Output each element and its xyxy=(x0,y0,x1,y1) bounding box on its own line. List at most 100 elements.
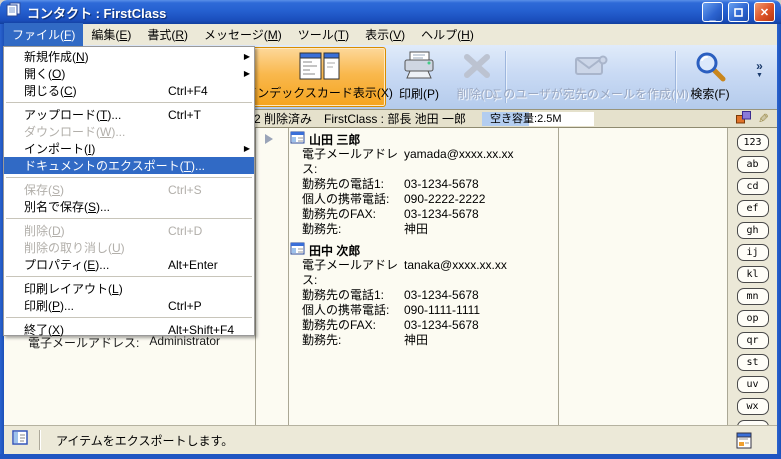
menu-item-exit[interactable]: 終了(X)Alt+Shift+F4 xyxy=(4,321,254,338)
delete-x-icon xyxy=(462,47,492,85)
menu-item-undelete: 削除の取り消し(U) xyxy=(4,239,254,256)
menubar-item-edit[interactable]: 編集(E) xyxy=(83,23,139,46)
contact-field: 勤務先のFAX:03-1234-5678 xyxy=(290,318,556,333)
minimize-button[interactable]: _ xyxy=(702,2,723,22)
submenu-arrow-icon: ▶ xyxy=(240,69,250,78)
contact-list: 山田 三郎電子メールアドレス:yamada@xxxx.xx.xx勤務先の電話1:… xyxy=(290,131,556,353)
menu-separator xyxy=(6,276,252,277)
menu-separator xyxy=(6,317,252,318)
field-label: 勤務先の電話1: xyxy=(302,288,404,303)
index-tab-op[interactable]: op xyxy=(737,310,769,327)
printer-icon xyxy=(401,47,437,85)
menu-item-import[interactable]: インポート(I)▶ xyxy=(4,140,254,157)
contact-entry[interactable]: 田中 次郎電子メールアドレス:tanaka@xxxx.xx.xx勤務先の電話1:… xyxy=(290,242,556,348)
button-label: 検索(F) xyxy=(690,85,729,102)
menu-item-export-document[interactable]: ドキュメントのエクスポート(T)... xyxy=(4,157,254,174)
index-tab-qr[interactable]: qr xyxy=(737,332,769,349)
mailbox-path: FirstClass : 部長 池田 一郎 xyxy=(324,110,466,127)
field-label: 勤務先のFAX: xyxy=(302,207,404,222)
menu-item-print[interactable]: 印刷(P)...Ctrl+P xyxy=(4,297,254,314)
window-frame-right xyxy=(777,24,781,459)
current-item-arrow xyxy=(265,134,273,144)
field-value: 03-1234-5678 xyxy=(404,318,479,333)
titlebar[interactable]: コンタクト : FirstClass _ ✕ xyxy=(0,0,781,24)
index-tab-mn[interactable]: mn xyxy=(737,288,769,305)
field-value: 神田 xyxy=(404,333,428,348)
deleted-count: 2 削除済み xyxy=(254,110,312,127)
index-tab-ij[interactable]: ij xyxy=(737,244,769,261)
status-text: アイテムをエクスポートします。 xyxy=(56,432,233,449)
maximize-button[interactable] xyxy=(728,2,749,22)
menu-item-new[interactable]: 新規作成(N)▶ xyxy=(4,48,254,65)
index-tab-st[interactable]: st xyxy=(737,354,769,371)
menu-item-print-layout[interactable]: 印刷レイアウト(L) xyxy=(4,280,254,297)
submenu-arrow-icon: ▶ xyxy=(240,52,250,61)
menubar-item-format[interactable]: 書式(R) xyxy=(139,23,196,46)
index-card-view-button[interactable]: インデックスカード表示(X) xyxy=(252,47,386,107)
index-tab-kl[interactable]: kl xyxy=(737,266,769,283)
menubar-item-file[interactable]: ファイル(F) xyxy=(4,23,83,46)
toolbar-overflow-chevron[interactable]: »▼ xyxy=(756,61,763,81)
status-icon xyxy=(12,430,29,451)
field-label: 勤務先: xyxy=(302,333,404,348)
contact-field: 電子メールアドレス:tanaka@xxxx.xx.xx xyxy=(290,258,556,288)
index-tab-gh[interactable]: gh xyxy=(737,222,769,239)
index-tab-ab[interactable]: ab xyxy=(737,156,769,173)
magnifier-icon xyxy=(694,47,726,85)
menu-item-upload[interactable]: アップロード(T)...Ctrl+T xyxy=(4,106,254,123)
contact-card-icon xyxy=(290,242,305,258)
menu-item-properties[interactable]: プロパティ(E)...Alt+Enter xyxy=(4,256,254,273)
field-value: yamada@xxxx.xx.xx xyxy=(404,147,514,177)
column-divider xyxy=(288,128,289,425)
menu-item-delete: 削除(D)Ctrl+D xyxy=(4,222,254,239)
contact-field: 勤務先の電話1:03-1234-5678 xyxy=(290,177,556,192)
index-tab-uv[interactable]: uv xyxy=(737,376,769,393)
search-button[interactable]: 検索(F) xyxy=(678,47,742,107)
menubar-item-message[interactable]: メッセージ(M) xyxy=(196,23,290,46)
contact-field: 勤務先のFAX:03-1234-5678 xyxy=(290,207,556,222)
mail-to-user-button: このユーザが宛先のメールを作成(M) xyxy=(507,47,673,107)
index-tab-ef[interactable]: ef xyxy=(737,200,769,217)
layers-icon[interactable] xyxy=(735,110,752,128)
field-value: 03-1234-5678 xyxy=(404,177,479,192)
file-menu: 新規作成(N)▶開く(O)▶閉じる(C)Ctrl+F4 アップロード(T)...C… xyxy=(3,46,255,336)
field-label: 勤務先の電話1: xyxy=(302,177,404,192)
field-label: 勤務先: xyxy=(302,222,404,237)
menu-item-close[interactable]: 閉じる(C)Ctrl+F4 xyxy=(4,82,254,99)
contact-field: 個人の携帯電話:090-1111-1111 xyxy=(290,303,556,318)
menu-item-download: ダウンロード(W)... xyxy=(4,123,254,140)
app-icon xyxy=(6,2,22,22)
index-tab-123[interactable]: 123 xyxy=(737,134,769,151)
menu-separator xyxy=(6,102,252,103)
index-tab-cd[interactable]: cd xyxy=(737,178,769,195)
pane-divider[interactable] xyxy=(255,128,256,425)
index-tab-wx[interactable]: wx xyxy=(737,398,769,415)
close-button[interactable]: ✕ xyxy=(754,2,775,22)
pencil-icon[interactable]: ✎ xyxy=(758,111,769,127)
menubar-item-view[interactable]: 表示(V) xyxy=(357,23,413,46)
button-label: このユーザが宛先のメールを作成(M) xyxy=(491,85,689,102)
quota-label: 空き容量:2.5M xyxy=(490,112,562,126)
field-label: 個人の携帯電話: xyxy=(302,303,404,318)
field-value: 神田 xyxy=(404,222,428,237)
menu-separator xyxy=(6,218,252,219)
print-button[interactable]: 印刷(P) xyxy=(388,47,450,107)
contact-field: 電子メールアドレス:yamada@xxxx.xx.xx xyxy=(290,147,556,177)
menu-item-save-as[interactable]: 別名で保存(S)... xyxy=(4,198,254,215)
menubar-item-tools[interactable]: ツール(T) xyxy=(290,23,357,46)
contact-name: 田中 次郎 xyxy=(309,242,360,259)
field-label: 勤務先のFAX: xyxy=(302,318,404,333)
toolbar-separator xyxy=(675,51,676,103)
quota-indicator: 空き容量:2.5M xyxy=(482,112,594,126)
contact-entry[interactable]: 山田 三郎電子メールアドレス:yamada@xxxx.xx.xx勤務先の電話1:… xyxy=(290,131,556,237)
contact-field: 個人の携帯電話:090-2222-2222 xyxy=(290,192,556,207)
menubar-item-help[interactable]: ヘルプ(H) xyxy=(413,23,482,46)
menu-separator xyxy=(6,177,252,178)
contact-card-icon xyxy=(290,131,305,147)
field-value: 090-2222-2222 xyxy=(404,192,485,207)
mail-user-icon xyxy=(570,47,610,85)
index-card-mini-icon[interactable] xyxy=(736,430,753,455)
menu-item-open[interactable]: 開く(O)▶ xyxy=(4,65,254,82)
field-value: 03-1234-5678 xyxy=(404,207,479,222)
contact-name: 山田 三郎 xyxy=(309,131,360,148)
